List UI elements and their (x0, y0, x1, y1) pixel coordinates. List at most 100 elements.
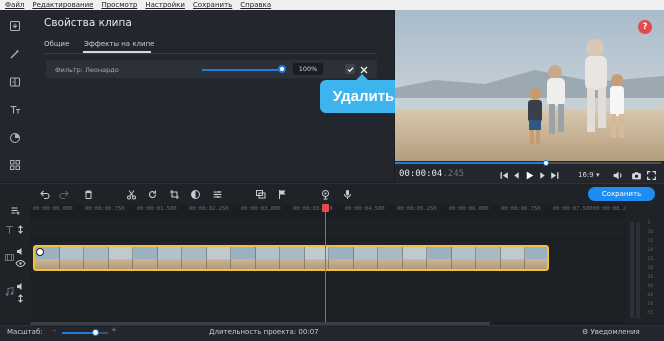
clip-thumbnail (378, 247, 403, 269)
timecode-main: 00:00:04 (399, 169, 443, 179)
clip-thumbnail (451, 247, 476, 269)
help-button[interactable]: ? (638, 20, 652, 34)
text-icon[interactable] (8, 103, 22, 117)
track-lock-icon[interactable] (14, 223, 26, 235)
volume-icon[interactable] (611, 169, 623, 181)
clip-properties-icon[interactable] (211, 188, 223, 200)
microphone-icon[interactable] (341, 188, 353, 200)
more-tools-icon[interactable] (8, 158, 22, 172)
skip-start-icon[interactable] (498, 169, 510, 181)
menu-save[interactable]: Сохранить (189, 0, 236, 10)
playback-progress-knob[interactable] (543, 160, 549, 166)
overlay-icon[interactable] (254, 188, 266, 200)
aspect-ratio-select[interactable]: 16:9 ▾ (578, 171, 599, 179)
meter-tick: -55 (646, 311, 654, 316)
clip-thumbnail (280, 247, 305, 269)
effect-intensity-slider[interactable] (202, 69, 282, 71)
tabs-divider (44, 53, 377, 54)
meter-tick: -15 (646, 239, 654, 244)
clip-thumbnail (500, 247, 525, 269)
magic-wand-icon[interactable] (8, 47, 22, 61)
text-track[interactable] (30, 218, 626, 238)
trash-icon[interactable] (82, 188, 94, 200)
playhead-handle[interactable] (322, 204, 329, 212)
meter-tick: -10 (646, 230, 654, 235)
menu-settings[interactable]: Настройки (141, 0, 189, 10)
clip-effect-badge[interactable] (36, 248, 44, 256)
clip-thumbnail (476, 247, 501, 269)
next-frame-icon[interactable] (536, 169, 548, 181)
apply-effect-button[interactable] (345, 64, 355, 74)
duration-value: 00:07 (298, 328, 319, 336)
clip-thumbnail (182, 247, 207, 269)
video-track-visibility-icon[interactable] (14, 257, 26, 269)
rotate-icon[interactable] (146, 188, 158, 200)
undo-icon[interactable] (38, 188, 50, 200)
meter-tick: -25 (646, 257, 654, 262)
menu-help[interactable]: Справка (236, 0, 275, 10)
transitions-icon[interactable] (8, 75, 22, 89)
prev-frame-icon[interactable] (510, 169, 522, 181)
menu-file[interactable]: Файл (0, 0, 28, 10)
effect-label: Фильтр: Леонардо (55, 66, 119, 74)
menu-view[interactable]: Просмотр (97, 0, 141, 10)
zoom-out-icon[interactable]: - (53, 326, 56, 335)
video-track-volume-icon[interactable] (14, 245, 26, 257)
filters-icon[interactable] (8, 131, 22, 145)
tool-sidebar (0, 10, 30, 182)
clip-thumbnail (59, 247, 84, 269)
delete-tooltip: Удалить (320, 80, 407, 113)
ruler-label: 00:00:07.500 (553, 206, 593, 212)
ruler-label: 00:00:05.250 (397, 206, 437, 212)
zoom-slider-knob[interactable] (92, 329, 99, 336)
menu-edit[interactable]: Редактирование (28, 0, 97, 10)
ruler-label: 00:00:00.000 (33, 206, 73, 212)
gear-icon: ⚙ (582, 328, 589, 336)
redo-icon[interactable] (58, 188, 70, 200)
menu-bar: Файл Редактирование Просмотр Настройки С… (0, 0, 664, 10)
notifications-button[interactable]: ⚙ Уведомления (582, 328, 640, 336)
edit-toolbar (0, 183, 664, 205)
audio-track-volume-icon[interactable] (14, 280, 26, 292)
marker-flag-icon[interactable] (276, 188, 288, 200)
video-preview (395, 10, 664, 161)
effect-intensity-knob[interactable] (278, 65, 286, 73)
video-clip[interactable] (33, 245, 549, 271)
tab-general[interactable]: Общие (44, 40, 69, 48)
ruler-label: 00:00:01.500 (137, 206, 177, 212)
record-webcam-icon[interactable] (319, 188, 331, 200)
zoom-slider-fill (62, 332, 96, 334)
project-duration: Длительность проекта: 00:07 (209, 328, 319, 336)
zoom-in-icon[interactable]: + (111, 326, 117, 334)
meter-tick: -20 (646, 248, 654, 253)
level-bar-right (636, 222, 640, 318)
ruler-label: 00:00:06.000 (449, 206, 489, 212)
skip-end-icon[interactable] (548, 169, 560, 181)
audio-track[interactable] (30, 276, 626, 322)
clip-thumbnail (427, 247, 452, 269)
ruler-label: 00:00:04.500 (345, 206, 385, 212)
import-icon[interactable] (8, 19, 22, 33)
play-icon[interactable] (523, 169, 535, 181)
timecode-frames: .245 (442, 169, 465, 179)
color-adjust-icon[interactable] (189, 188, 201, 200)
clip-thumbnail (353, 247, 378, 269)
tab-clip-effects[interactable]: Эффекты на клипе (84, 40, 154, 48)
notifications-label: Уведомления (590, 328, 640, 336)
preview-image (395, 10, 664, 161)
add-track-icon[interactable] (9, 204, 21, 216)
meter-tick: -45 (646, 293, 654, 298)
effect-intensity-value[interactable]: 100% (293, 63, 323, 75)
meter-tick: -50 (646, 302, 654, 307)
export-button[interactable]: Сохранить (588, 187, 655, 201)
snapshot-icon[interactable] (630, 169, 642, 181)
crop-icon[interactable] (168, 188, 180, 200)
ruler-label: 00:00:02.250 (189, 206, 229, 212)
clip-thumbnail (255, 247, 280, 269)
ruler-label: 00:00:06.750 (501, 206, 541, 212)
playhead[interactable] (325, 205, 326, 323)
meter-tick: -35 (646, 275, 654, 280)
audio-track-lock-icon[interactable] (14, 292, 26, 304)
scissors-icon[interactable] (125, 188, 137, 200)
fullscreen-icon[interactable] (645, 169, 657, 181)
